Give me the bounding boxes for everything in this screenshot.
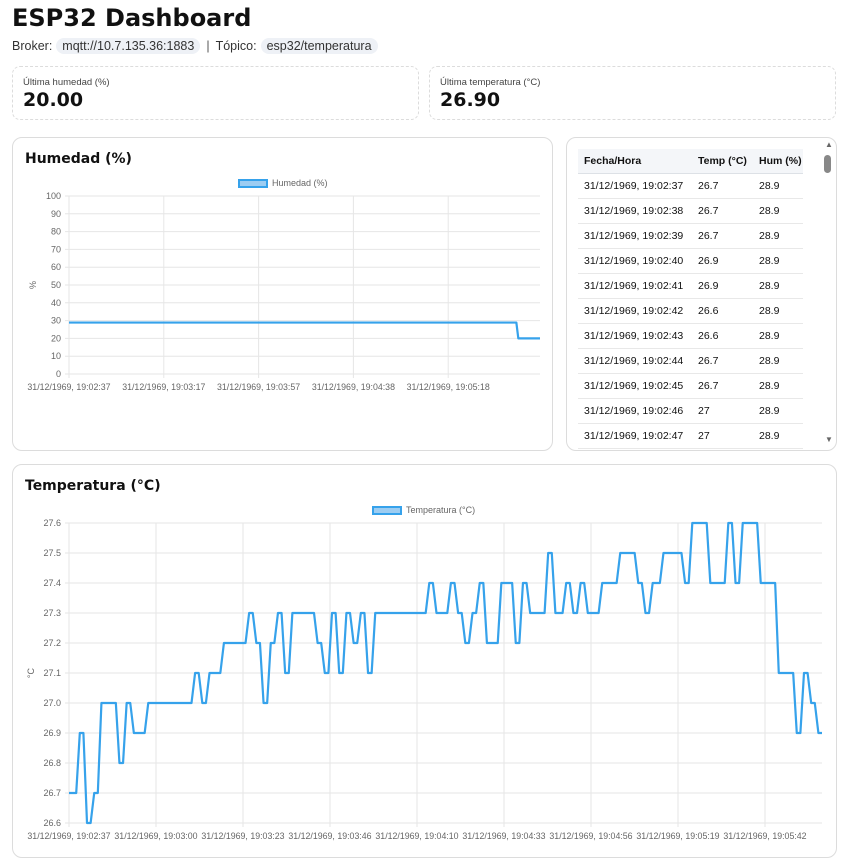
humidity-stat-label: Última humedad (%): [23, 77, 110, 88]
readings-table-scroll[interactable]: Fecha/Hora Temp (°C) Hum (%) 31/12/1969,…: [567, 138, 837, 451]
temperature-legend-label: Temperatura (°C): [406, 505, 476, 515]
cell-hum: 28.9: [753, 173, 803, 199]
scroll-down-arrow-icon[interactable]: ▼: [825, 436, 833, 444]
cell-hum: 28.9: [753, 223, 803, 249]
cell-temp: 26.7: [692, 348, 753, 374]
column-header-hum: Hum (%): [753, 149, 803, 174]
cell-temp: 26.9: [692, 248, 753, 274]
cell-temp: 26.7: [692, 373, 753, 399]
table-row: 31/12/1969, 19:02:44 26.7 28.9: [578, 348, 803, 374]
cell-datetime: 31/12/1969, 19:02:41: [578, 273, 692, 299]
scroll-up-arrow-icon[interactable]: ▲: [825, 141, 833, 149]
page-title: ESP32 Dashboard: [12, 4, 252, 32]
cell-hum: 28.9: [753, 248, 803, 274]
cell-datetime: 31/12/1969, 19:02:42: [578, 298, 692, 324]
connection-info: Broker: mqtt://10.7.135.36:1883 | Tópico…: [12, 38, 378, 54]
broker-value: mqtt://10.7.135.36:1883: [56, 38, 201, 54]
cell-hum: 28.9: [753, 373, 803, 399]
humidity-chart-title: Humedad (%): [25, 151, 132, 167]
humidity-stat-card: Última humedad (%) 20.00: [12, 66, 419, 120]
table-row: 31/12/1969, 19:02:42 26.6 28.9: [578, 298, 803, 324]
table-row: 31/12/1969, 19:02:41 26.9 28.9: [578, 273, 803, 299]
cell-hum: 28.9: [753, 398, 803, 424]
cell-temp: 26.7: [692, 223, 753, 249]
cell-datetime: 31/12/1969, 19:02:46: [578, 398, 692, 424]
temperature-legend[interactable]: Temperatura (°C): [372, 505, 475, 515]
cell-hum: 28.9: [753, 348, 803, 374]
table-row: 31/12/1969, 19:02:47 27 28.9: [578, 423, 803, 449]
table-row: 31/12/1969, 19:02:40 26.9 28.9: [578, 248, 803, 274]
humidity-legend-label: Humedad (%): [272, 178, 328, 188]
cell-temp: 26.6: [692, 323, 753, 349]
table-row: 31/12/1969, 19:02:39 26.7 28.9: [578, 223, 803, 249]
table-row: 31/12/1969, 19:02:46 27 28.9: [578, 398, 803, 424]
cell-datetime: 31/12/1969, 19:02:47: [578, 423, 692, 449]
scrollbar-thumb[interactable]: [824, 155, 831, 173]
broker-label: Broker:: [12, 39, 53, 53]
table-header-row: Fecha/Hora Temp (°C) Hum (%): [578, 149, 803, 174]
temperature-chart-card: Temperatura (°C) Temperatura (°C): [12, 464, 837, 858]
readings-table: Fecha/Hora Temp (°C) Hum (%) 31/12/1969,…: [578, 149, 803, 449]
cell-hum: 28.9: [753, 198, 803, 224]
cell-datetime: 31/12/1969, 19:02:40: [578, 248, 692, 274]
temperature-chart-title: Temperatura (°C): [25, 478, 161, 494]
topic-label: Tópico:: [215, 39, 257, 53]
cell-temp: 27: [692, 423, 753, 449]
table-row: 31/12/1969, 19:02:43 26.6 28.9: [578, 323, 803, 349]
temperature-stat-value: 26.90: [440, 89, 501, 111]
column-header-temp: Temp (°C): [692, 149, 753, 174]
humidity-stat-value: 20.00: [23, 89, 84, 111]
cell-datetime: 31/12/1969, 19:02:44: [578, 348, 692, 374]
cell-temp: 26.7: [692, 198, 753, 224]
temperature-legend-swatch: [372, 505, 402, 515]
cell-temp: 26.6: [692, 298, 753, 324]
cell-temp: 26.9: [692, 273, 753, 299]
humidity-legend[interactable]: Humedad (%): [238, 178, 328, 188]
cell-hum: 28.9: [753, 298, 803, 324]
cell-hum: 28.9: [753, 323, 803, 349]
cell-temp: 27: [692, 398, 753, 424]
humidity-chart-card: Humedad (%) Humedad (%): [12, 137, 553, 451]
column-header-datetime: Fecha/Hora: [578, 149, 692, 174]
cell-temp: 26.7: [692, 173, 753, 199]
humidity-legend-swatch: [238, 178, 268, 188]
cell-datetime: 31/12/1969, 19:02:37: [578, 173, 692, 199]
separator: |: [206, 39, 210, 53]
cell-hum: 28.9: [753, 273, 803, 299]
topic-value: esp32/temperatura: [260, 38, 378, 54]
table-row: 31/12/1969, 19:02:45 26.7 28.9: [578, 373, 803, 399]
cell-datetime: 31/12/1969, 19:02:43: [578, 323, 692, 349]
table-scrollbar[interactable]: ▲ ▼: [822, 138, 836, 450]
cell-datetime: 31/12/1969, 19:02:39: [578, 223, 692, 249]
cell-datetime: 31/12/1969, 19:02:38: [578, 198, 692, 224]
cell-hum: 28.9: [753, 423, 803, 449]
temperature-stat-label: Última temperatura (°C): [440, 77, 541, 88]
temperature-stat-card: Última temperatura (°C) 26.90: [429, 66, 836, 120]
table-row: 31/12/1969, 19:02:37 26.7 28.9: [578, 173, 803, 199]
cell-datetime: 31/12/1969, 19:02:45: [578, 373, 692, 399]
table-row: 31/12/1969, 19:02:38 26.7 28.9: [578, 198, 803, 224]
